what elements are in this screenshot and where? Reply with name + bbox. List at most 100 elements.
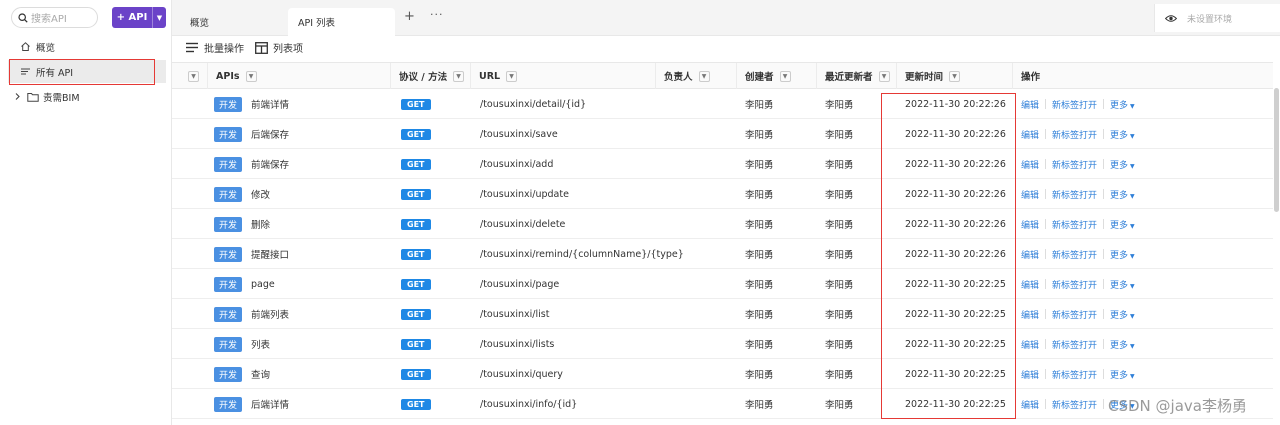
open-new-tab-link[interactable]: 新标签打开 xyxy=(1052,128,1097,141)
api-name[interactable]: 修改 xyxy=(251,187,270,201)
sort-icon[interactable]: ▼ xyxy=(506,70,518,82)
edit-link[interactable]: 编辑 xyxy=(1021,308,1039,321)
more-link[interactable]: 更多 ▼ xyxy=(1110,368,1135,381)
chevron-down-icon[interactable]: ▼ xyxy=(188,70,199,82)
new-api-button[interactable]: + API ▼ xyxy=(112,7,166,28)
open-new-tab-link[interactable]: 新标签打开 xyxy=(1052,368,1097,381)
api-name[interactable]: 查询 xyxy=(251,367,270,381)
updater-cell: 李阳勇 xyxy=(825,400,854,411)
chevron-down-icon[interactable]: ▼ xyxy=(152,7,166,28)
more-link[interactable]: 更多 ▼ xyxy=(1110,188,1135,201)
table-row[interactable]: 开发 前端保存 GET /tousuxinxi/add 李阳勇 李阳勇 2022… xyxy=(172,149,1273,179)
edit-link[interactable]: 编辑 xyxy=(1021,98,1039,111)
edit-link[interactable]: 编辑 xyxy=(1021,158,1039,171)
table-row[interactable]: 开发 前端详情 GET /tousuxinxi/detail/{id} 李阳勇 … xyxy=(172,89,1273,119)
open-new-tab-link[interactable]: 新标签打开 xyxy=(1052,218,1097,231)
tab-api-list[interactable]: API 列表 xyxy=(288,8,395,36)
edit-link[interactable]: 编辑 xyxy=(1021,218,1039,231)
open-new-tab-link[interactable]: 新标签打开 xyxy=(1052,248,1097,261)
columns-button[interactable]: 列表项 xyxy=(255,40,303,55)
more-link[interactable]: 更多 ▼ xyxy=(1110,98,1135,111)
more-link[interactable]: 更多 ▼ xyxy=(1110,338,1135,351)
open-new-tab-link[interactable]: 新标签打开 xyxy=(1052,398,1097,411)
table-row[interactable]: 开发 列表 GET /tousuxinxi/lists 李阳勇 李阳勇 2022… xyxy=(172,329,1273,359)
table-row[interactable]: 开发 提醒接口 GET /tousuxinxi/remind/{columnNa… xyxy=(172,239,1273,269)
api-name-cell[interactable]: 开发 page xyxy=(214,269,275,299)
add-tab-icon[interactable]: + xyxy=(404,9,415,24)
chevron-down-icon: ▼ xyxy=(1130,342,1135,350)
more-link[interactable]: 更多 ▼ xyxy=(1110,278,1135,291)
more-icon[interactable]: ··· xyxy=(430,8,444,21)
more-link[interactable]: 更多 ▼ xyxy=(1110,158,1135,171)
actions-cell: 编辑 新标签打开 更多 ▼ xyxy=(1021,89,1135,119)
api-name[interactable]: 删除 xyxy=(251,217,270,231)
table-row[interactable]: 开发 删除 GET /tousuxinxi/delete 李阳勇 李阳勇 202… xyxy=(172,209,1273,239)
api-name[interactable]: 后端保存 xyxy=(251,127,289,141)
api-name-cell[interactable]: 开发 删除 xyxy=(214,209,270,239)
api-name-cell[interactable]: 开发 后端详情 xyxy=(214,389,289,419)
api-name[interactable]: 前端列表 xyxy=(251,307,289,321)
table-row[interactable]: 开发 后端保存 GET /tousuxinxi/save 李阳勇 李阳勇 202… xyxy=(172,119,1273,149)
header-creator[interactable]: 创建者 ▼ xyxy=(736,63,816,89)
tab-label: API 列表 xyxy=(298,18,336,29)
header-owner[interactable]: 负责人 ▼ xyxy=(655,63,736,89)
header-updater[interactable]: 最近更新者 ▼ xyxy=(816,63,896,89)
header-method[interactable]: 协议 / 方法 ▼ xyxy=(390,63,470,89)
sort-icon[interactable]: ▼ xyxy=(453,70,465,82)
sort-icon[interactable]: ▼ xyxy=(245,70,257,82)
sort-icon[interactable]: ▼ xyxy=(949,70,961,82)
chevron-right-icon[interactable] xyxy=(14,92,23,101)
sort-icon[interactable]: ▼ xyxy=(779,70,791,82)
edit-link[interactable]: 编辑 xyxy=(1021,248,1039,261)
api-name-cell[interactable]: 开发 后端保存 xyxy=(214,119,289,149)
table-row[interactable]: 开发 page GET /tousuxinxi/page 李阳勇 李阳勇 202… xyxy=(172,269,1273,299)
open-new-tab-link[interactable]: 新标签打开 xyxy=(1052,188,1097,201)
open-new-tab-link[interactable]: 新标签打开 xyxy=(1052,158,1097,171)
open-new-tab-link[interactable]: 新标签打开 xyxy=(1052,278,1097,291)
more-link[interactable]: 更多 ▼ xyxy=(1110,128,1135,141)
header-apis[interactable]: APIs ▼ xyxy=(207,63,390,89)
api-name-cell[interactable]: 开发 查询 xyxy=(214,359,270,389)
environment-select[interactable]: 未设置环境 xyxy=(1154,4,1280,32)
api-name[interactable]: 前端详情 xyxy=(251,97,289,111)
method-badge: GET xyxy=(401,98,431,110)
edit-link[interactable]: 编辑 xyxy=(1021,368,1039,381)
search-input[interactable]: 搜索API xyxy=(11,7,98,28)
scrollbar[interactable] xyxy=(1274,88,1279,212)
api-name[interactable]: 提醒接口 xyxy=(251,247,289,261)
api-name-cell[interactable]: 开发 提醒接口 xyxy=(214,239,289,269)
select-all-toggle[interactable]: ▼ xyxy=(172,63,207,89)
table-row[interactable]: 开发 前端列表 GET /tousuxinxi/list 李阳勇 李阳勇 202… xyxy=(172,299,1273,329)
edit-link[interactable]: 编辑 xyxy=(1021,398,1039,411)
batch-operation-button[interactable]: 批量操作 xyxy=(186,40,244,55)
more-link[interactable]: 更多 ▼ xyxy=(1110,248,1135,261)
open-new-tab-link[interactable]: 新标签打开 xyxy=(1052,98,1097,111)
open-new-tab-link[interactable]: 新标签打开 xyxy=(1052,308,1097,321)
edit-link[interactable]: 编辑 xyxy=(1021,188,1039,201)
sidebar-item-folder[interactable]: 责需BIM xyxy=(8,85,166,108)
edit-link[interactable]: 编辑 xyxy=(1021,128,1039,141)
api-name-cell[interactable]: 开发 修改 xyxy=(214,179,270,209)
api-name[interactable]: 后端详情 xyxy=(251,397,289,411)
api-name[interactable]: page xyxy=(251,279,275,290)
more-link[interactable]: 更多 ▼ xyxy=(1110,308,1135,321)
sort-icon[interactable]: ▼ xyxy=(698,70,710,82)
api-name[interactable]: 列表 xyxy=(251,337,270,351)
edit-link[interactable]: 编辑 xyxy=(1021,278,1039,291)
header-updated[interactable]: 更新时间 ▼ xyxy=(896,63,1012,89)
api-name-cell[interactable]: 开发 前端列表 xyxy=(214,299,289,329)
sidebar-item-overview[interactable]: 概览 xyxy=(8,35,166,58)
tab-overview[interactable]: 概览 xyxy=(172,8,288,36)
api-name-cell[interactable]: 开发 前端保存 xyxy=(214,149,289,179)
sort-icon[interactable]: ▼ xyxy=(878,70,890,82)
method-badge: GET xyxy=(401,248,431,260)
api-name-cell[interactable]: 开发 列表 xyxy=(214,329,270,359)
api-name[interactable]: 前端保存 xyxy=(251,157,289,171)
open-new-tab-link[interactable]: 新标签打开 xyxy=(1052,338,1097,351)
api-name-cell[interactable]: 开发 前端详情 xyxy=(214,89,289,119)
edit-link[interactable]: 编辑 xyxy=(1021,338,1039,351)
header-url[interactable]: URL ▼ xyxy=(470,63,655,89)
table-row[interactable]: 开发 修改 GET /tousuxinxi/update 李阳勇 李阳勇 202… xyxy=(172,179,1273,209)
table-row[interactable]: 开发 查询 GET /tousuxinxi/query 李阳勇 李阳勇 2022… xyxy=(172,359,1273,389)
more-link[interactable]: 更多 ▼ xyxy=(1110,218,1135,231)
